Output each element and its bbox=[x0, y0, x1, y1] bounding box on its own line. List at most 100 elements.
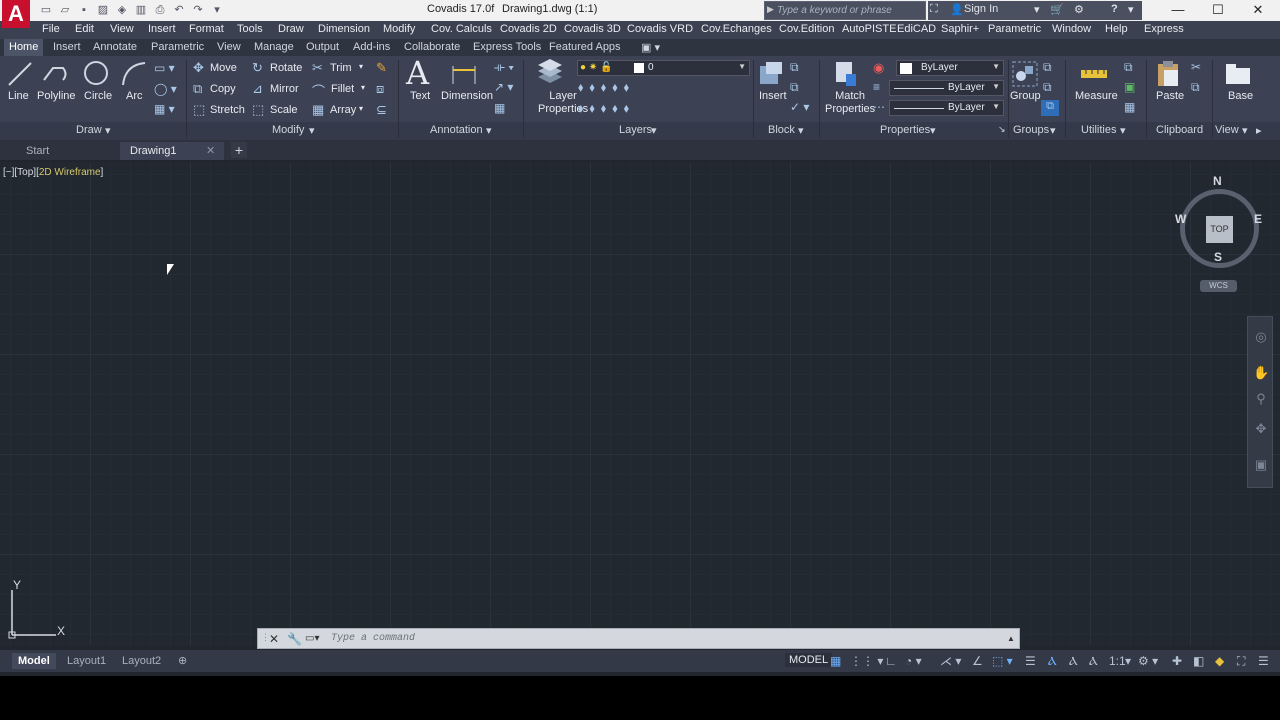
line-icon[interactable] bbox=[6, 60, 34, 88]
copy-clip-icon[interactable]: ⧉ bbox=[1191, 80, 1200, 95]
stretch-icon[interactable]: ⬚ bbox=[193, 102, 205, 118]
search-input[interactable] bbox=[777, 3, 923, 18]
isometric-icon[interactable]: ⋌ ▾ bbox=[940, 654, 961, 668]
viewport-controls[interactable]: [−][Top][2D Wireframe] bbox=[3, 167, 103, 178]
customize-menu-icon[interactable]: ☰ bbox=[1258, 654, 1269, 668]
tab-parametric[interactable]: Parametric bbox=[151, 41, 204, 53]
grid-icon[interactable]: ▦ bbox=[830, 654, 841, 668]
quick-select-icon[interactable]: ⧉ bbox=[1124, 60, 1133, 75]
text-button[interactable]: Text bbox=[410, 90, 430, 102]
tab-annotate[interactable]: Annotate bbox=[93, 41, 137, 53]
chevron-down-icon[interactable]: ▾ bbox=[1034, 3, 1040, 16]
chevron-down-icon[interactable]: ▾ bbox=[359, 62, 363, 71]
move-button[interactable]: Move bbox=[210, 62, 237, 74]
array-icon[interactable]: ▦ bbox=[312, 102, 324, 118]
drawing-area[interactable]: [−][Top][2D Wireframe] N S E W TOP WCS ◎… bbox=[0, 162, 1280, 646]
chevron-down-icon[interactable]: ▾ bbox=[1050, 124, 1056, 137]
plot-icon[interactable]: ⎙ bbox=[152, 3, 168, 17]
menu-covadis-3d[interactable]: Covadis 3D bbox=[564, 23, 621, 35]
line-button[interactable]: Line bbox=[8, 90, 29, 102]
chevron-up-icon[interactable]: ▲ bbox=[1007, 634, 1015, 643]
menu-express[interactable]: Express bbox=[1144, 23, 1184, 35]
clipboard-panel-title[interactable]: Clipboard bbox=[1156, 124, 1203, 136]
plus-icon[interactable]: ✚ bbox=[1172, 654, 1182, 668]
layer-dropdown[interactable]: ● ✷ 🔓 0 ▼ bbox=[577, 60, 750, 76]
menu-help[interactable]: Help bbox=[1105, 23, 1128, 35]
group-select-icon[interactable]: ⧉ bbox=[1041, 100, 1059, 116]
visual-style-label[interactable]: 2D Wireframe bbox=[39, 167, 101, 178]
menu-dimension[interactable]: Dimension bbox=[318, 23, 370, 35]
menu-edicad[interactable]: EdiCAD bbox=[897, 23, 936, 35]
annotation-visibility-icon[interactable]: Ⲁ bbox=[1048, 654, 1057, 669]
move-icon[interactable]: ✥ bbox=[193, 60, 204, 76]
menu-saphir[interactable]: Saphir+ bbox=[941, 23, 979, 35]
tab-output[interactable]: Output bbox=[306, 41, 339, 53]
layer-tools-row1-icon[interactable]: ⬧⬧⬧⬧⬧ bbox=[578, 80, 635, 95]
tab-collaborate[interactable]: Collaborate bbox=[404, 41, 460, 53]
base-view-icon[interactable] bbox=[1224, 60, 1252, 88]
close-command-icon[interactable]: ✕ bbox=[269, 632, 279, 646]
properties-panel-title[interactable]: Properties bbox=[880, 124, 930, 136]
ortho-icon[interactable]: ∟ bbox=[885, 654, 897, 668]
share-icon[interactable]: ▥ bbox=[133, 3, 149, 17]
rotate-button[interactable]: Rotate bbox=[270, 62, 302, 74]
new-icon[interactable]: ▭ bbox=[38, 3, 54, 17]
chevron-down-icon[interactable]: ▾ bbox=[798, 124, 804, 137]
maximize-button[interactable]: ☐ bbox=[1198, 0, 1238, 21]
group-button[interactable]: Group bbox=[1010, 90, 1041, 102]
auto-scale-icon[interactable]: Ⲁ bbox=[1069, 654, 1078, 669]
linetype-icon[interactable]: ⋯ bbox=[873, 100, 885, 114]
linear-dim-icon[interactable]: ⟛ ▾ bbox=[494, 60, 514, 75]
polyline-button[interactable]: Polyline bbox=[37, 90, 76, 102]
chevron-down-icon[interactable]: ▾ bbox=[1120, 124, 1126, 137]
viewport-view-label[interactable]: [−][Top][ bbox=[3, 167, 39, 178]
polar-icon[interactable]: ◔ ▾ bbox=[905, 654, 922, 668]
menu-autopiste[interactable]: AutoPISTE bbox=[842, 23, 896, 35]
menu-format[interactable]: Format bbox=[189, 23, 224, 35]
group-edit-icon[interactable]: ⧉ bbox=[1043, 80, 1052, 95]
menu-view[interactable]: View bbox=[110, 23, 134, 35]
lineweight-display-icon[interactable]: ☰ bbox=[1025, 654, 1036, 668]
trim-icon[interactable]: ✂ bbox=[312, 60, 323, 76]
groups-panel-title[interactable]: Groups bbox=[1013, 124, 1049, 136]
create-block-icon[interactable]: ⧉ bbox=[790, 60, 799, 75]
clean-screen-icon[interactable]: ⛶ bbox=[1237, 654, 1245, 669]
chevron-down-icon[interactable]: ▾ bbox=[309, 124, 315, 137]
menu-file[interactable]: File bbox=[42, 23, 60, 35]
app-logo[interactable]: A bbox=[2, 0, 30, 28]
command-prompt-icon[interactable]: ▭▾ bbox=[305, 633, 319, 644]
compass-east[interactable]: E bbox=[1254, 212, 1262, 226]
dimension-icon[interactable] bbox=[450, 60, 478, 88]
group-icon[interactable] bbox=[1011, 60, 1039, 88]
showmotion-icon[interactable]: ▣ bbox=[1253, 457, 1269, 473]
menu-cov-echanges[interactable]: Cov.Echanges bbox=[701, 23, 772, 35]
chevron-down-icon[interactable]: ▾ bbox=[651, 124, 657, 137]
redo-icon[interactable]: ↷ bbox=[190, 3, 206, 17]
chevron-down-icon[interactable]: ▾ bbox=[486, 124, 492, 137]
tab-layout1[interactable]: Layout1 bbox=[61, 653, 112, 669]
object-snap-icon[interactable]: ⬚ ▾ bbox=[992, 654, 1013, 668]
save-icon[interactable]: ▪ bbox=[76, 3, 92, 17]
tab-model[interactable]: Model bbox=[12, 653, 56, 669]
arc-icon[interactable] bbox=[120, 60, 148, 88]
base-button[interactable]: Base bbox=[1228, 90, 1253, 102]
mirror-icon[interactable]: ⊿ bbox=[252, 81, 263, 97]
ellipse-icon[interactable]: ◯ ▾ bbox=[154, 82, 177, 96]
layers-panel-title[interactable]: Layers bbox=[619, 124, 652, 136]
attribute-icon[interactable]: ✓ ▾ bbox=[790, 100, 809, 114]
wrench-icon[interactable]: 🔧 bbox=[287, 632, 302, 646]
lineweight-dropdown[interactable]: ByLayer ▼ bbox=[889, 80, 1004, 96]
tab-express-tools[interactable]: Express Tools bbox=[473, 41, 541, 53]
osnap-tracking-icon[interactable]: ∠ bbox=[972, 654, 983, 668]
cut-icon[interactable]: ✂ bbox=[1191, 60, 1201, 74]
gear-icon[interactable]: ⚙ ▾ bbox=[1138, 654, 1158, 668]
annotation-scale-icon[interactable]: Ⲁ bbox=[1089, 654, 1098, 669]
close-tab-icon[interactable]: ✕ bbox=[206, 144, 215, 157]
lineweight-icon[interactable]: ≡ bbox=[873, 80, 880, 94]
chevron-down-icon[interactable]: ▾ bbox=[361, 83, 365, 92]
menu-insert[interactable]: Insert bbox=[148, 23, 176, 35]
close-button[interactable]: ✕ bbox=[1238, 0, 1278, 21]
layer-tools-row2-icon[interactable]: ⬧⬧⬧⬧⬧ bbox=[578, 101, 635, 116]
web-icon[interactable]: ◈ bbox=[114, 3, 130, 17]
help-icon[interactable]: ? bbox=[1111, 3, 1118, 15]
